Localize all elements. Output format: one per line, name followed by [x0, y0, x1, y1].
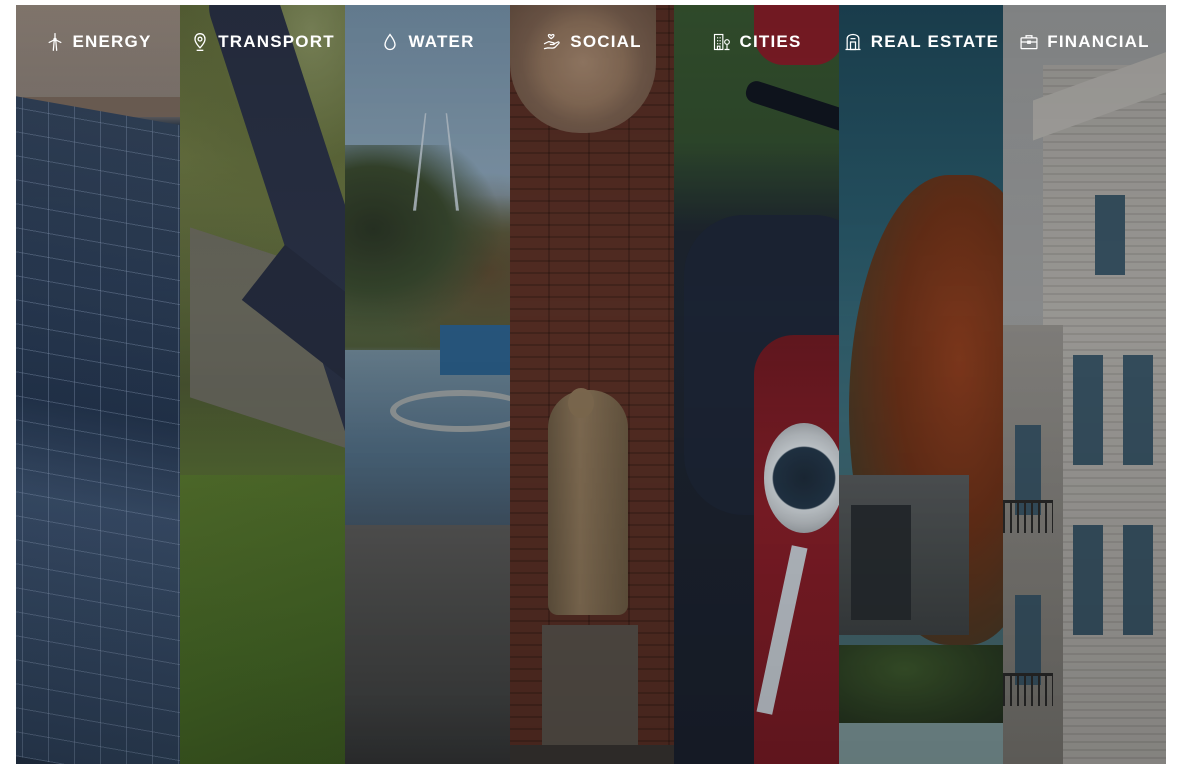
water-tank-photo	[345, 350, 510, 525]
map-pin-icon	[194, 32, 206, 51]
panel-label-social[interactable]: SOCIAL	[510, 32, 674, 52]
wind-turbine-icon	[48, 33, 61, 51]
category-panels: ENERGY TRANSPORT WATER SOCIAL CITIES REA…	[16, 5, 1166, 764]
medallion-relief-photo	[510, 5, 656, 133]
category-label: REAL ESTATE	[870, 32, 1000, 51]
city-buildings-icon	[713, 33, 730, 51]
panel-transport[interactable]: TRANSPORT	[180, 5, 345, 764]
solar-panels-photo	[16, 92, 180, 764]
pedestal-photo	[542, 625, 638, 745]
briefcase-icon	[1020, 35, 1038, 50]
panel-realestate[interactable]: REAL ESTATE	[839, 5, 1003, 764]
category-label: FINANCIAL	[1047, 32, 1150, 51]
grass-photo	[180, 475, 345, 764]
panel-label-financial[interactable]: FINANCIAL	[1003, 32, 1166, 52]
panel-label-realestate[interactable]: REAL ESTATE	[839, 32, 1003, 52]
water-drop-icon	[384, 33, 397, 51]
statue-photo	[548, 390, 628, 615]
category-label: ENERGY	[72, 32, 152, 51]
panel-energy[interactable]: ENERGY	[16, 5, 180, 764]
panel-label-energy[interactable]: ENERGY	[16, 32, 180, 52]
category-label: SOCIAL	[570, 32, 642, 51]
panel-water[interactable]: WATER	[345, 5, 510, 764]
building-door-icon	[845, 33, 861, 51]
power-tower-photo	[413, 113, 459, 211]
category-label: WATER	[408, 32, 475, 51]
category-label: CITIES	[739, 32, 802, 51]
category-label: TRANSPORT	[218, 32, 335, 51]
panel-label-water[interactable]: WATER	[345, 32, 510, 52]
panel-social[interactable]: SOCIAL	[510, 5, 674, 764]
panel-label-cities[interactable]: CITIES	[674, 32, 839, 52]
panel-label-transport[interactable]: TRANSPORT	[180, 32, 345, 52]
panel-cities[interactable]: CITIES	[674, 5, 839, 764]
helping-hand-icon	[544, 33, 561, 50]
panel-financial[interactable]: FINANCIAL	[1003, 5, 1166, 764]
